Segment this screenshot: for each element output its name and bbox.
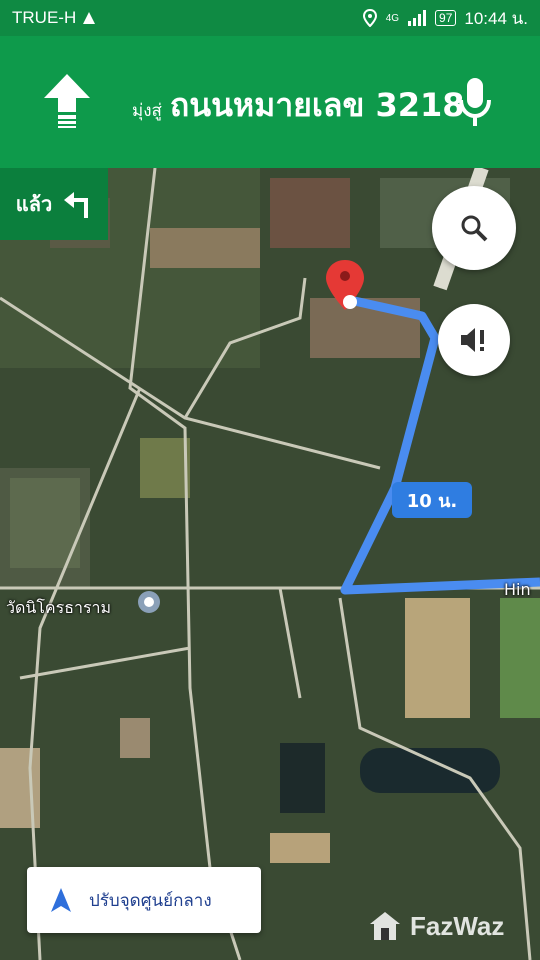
satellite-map[interactable] — [0, 168, 540, 960]
road-label: Hin — [504, 580, 531, 599]
turn-left-icon — [64, 192, 89, 218]
destination-instruction: มุ่งสู่ ถนนหมายเลข 3218 — [132, 80, 465, 131]
house-logo-icon — [370, 912, 400, 940]
navigation-header[interactable]: มุ่งสู่ ถนนหมายเลข 3218 — [0, 36, 540, 168]
road-name: ถนนหมายเลข 3218 — [169, 86, 465, 124]
direction-prefix: มุ่งสู่ — [132, 101, 162, 121]
watermark-text: FazWaz — [410, 910, 505, 941]
navigation-arrow-icon — [51, 888, 71, 912]
location-arrow-icon — [83, 12, 96, 24]
recenter-label: ปรับจุดศูนย์กลาง — [89, 890, 212, 911]
volume-alert-icon — [461, 328, 484, 352]
search-icon — [461, 215, 488, 242]
straight-arrow-icon — [44, 74, 90, 128]
status-bar: TRUE-H 4G 97 10:44 น. — [0, 0, 540, 36]
next-turn-banner[interactable]: แล้ว — [0, 168, 108, 240]
battery-level: 97 — [435, 10, 457, 26]
carrier: TRUE-H — [12, 8, 96, 28]
search-button[interactable] — [432, 186, 516, 270]
recenter-button[interactable]: ปรับจุดศูนย์กลาง — [27, 867, 261, 933]
clock: 10:44 น. — [464, 8, 528, 28]
then-label: แล้ว — [15, 192, 53, 216]
navigation-screen: TRUE-H 4G 97 10:44 น. มุ่งสู่ ถนนหมายเลข… — [0, 0, 540, 960]
temple-marker-icon[interactable] — [138, 591, 160, 613]
microphone-icon[interactable] — [458, 78, 492, 128]
temple-label[interactable]: วัดนิโครธาราม — [6, 596, 111, 621]
sound-button[interactable] — [438, 304, 510, 376]
eta-badge: 10 น. — [392, 482, 472, 518]
location-pin-icon — [362, 9, 377, 27]
watermark: FazWaz — [368, 910, 504, 942]
signal-icon — [408, 10, 427, 26]
network-type: 4G — [385, 12, 400, 24]
carrier-label: TRUE-H — [12, 8, 77, 27]
